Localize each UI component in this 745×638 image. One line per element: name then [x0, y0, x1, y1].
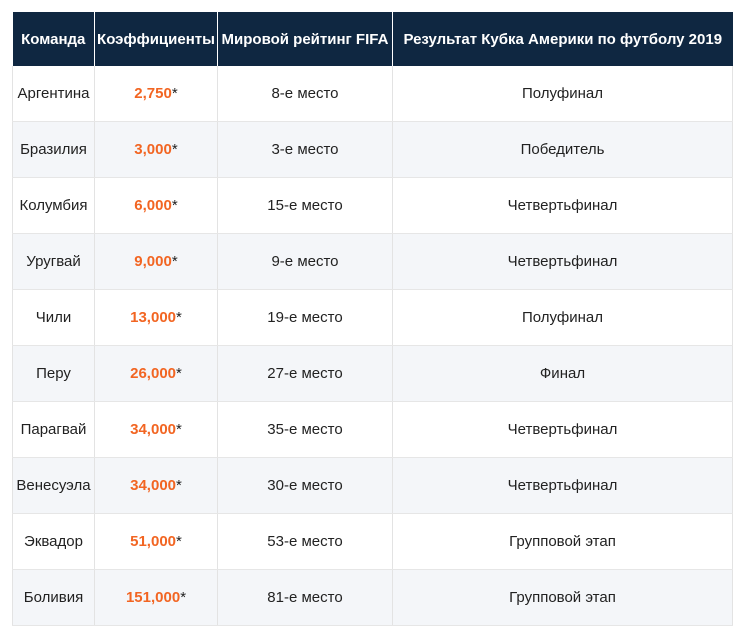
odds-cell: 3,000*	[94, 121, 218, 178]
fifa-rank-cell: 19-е место	[217, 289, 393, 346]
odds-value: 34,000	[130, 477, 177, 494]
copa-result-cell: Полуфинал	[392, 289, 733, 346]
copa-result-cell: Четвертьфинал	[392, 177, 733, 234]
table-row: Бразилия 3,000* 3-е место Победитель	[12, 121, 733, 178]
odds-marker: *	[176, 421, 182, 438]
odds-value: 3,000	[134, 141, 172, 158]
odds-marker: *	[180, 589, 187, 606]
odds-marker: *	[171, 197, 178, 214]
team-cell: Чили	[12, 289, 95, 346]
odds-cell: 34,000*	[94, 401, 218, 458]
odds-marker: *	[176, 477, 182, 494]
fifa-rank-cell: 81-е место	[217, 569, 393, 626]
odds-table-container: Команда Коэффициенты Мировой рейтинг FIF…	[12, 12, 733, 626]
fifa-rank-cell: 53-е место	[217, 513, 393, 570]
copa-result-cell: Полуфинал	[392, 66, 733, 122]
odds-marker: *	[171, 253, 178, 270]
team-cell: Боливия	[12, 569, 95, 626]
odds-marker: *	[176, 365, 182, 382]
fifa-rank-cell: 3-е место	[217, 121, 393, 178]
table-row: Эквадор 51,000* 53-е место Групповой эта…	[12, 513, 733, 570]
table-row: Боливия 151,000* 81-е место Групповой эт…	[12, 569, 733, 626]
copa-result-cell: Финал	[392, 345, 733, 402]
team-cell: Парагвай	[12, 401, 95, 458]
odds-value: 6,000	[134, 197, 172, 214]
table-row: Венесуэла 34,000* 30-е место Четвертьфин…	[12, 457, 733, 514]
team-cell: Эквадор	[12, 513, 95, 570]
team-cell: Уругвай	[12, 233, 95, 290]
odds-cell: 151,000*	[94, 569, 218, 626]
fifa-rank-cell: 15-е место	[217, 177, 393, 234]
copa-result-cell: Победитель	[392, 121, 733, 178]
odds-value: 51,000	[130, 533, 177, 550]
odds-marker: *	[171, 141, 178, 158]
header-copa-result: Результат Кубка Америки по футболу 2019	[392, 12, 733, 66]
copa-result-cell: Групповой этап	[392, 513, 733, 570]
copa-result-cell: Четвертьфинал	[392, 401, 733, 458]
odds-cell: 34,000*	[94, 457, 218, 514]
copa-result-cell: Четвертьфинал	[392, 233, 733, 290]
fifa-rank-cell: 35-е место	[217, 401, 393, 458]
odds-value: 9,000	[134, 253, 172, 270]
fifa-rank-cell: 8-е место	[217, 66, 393, 122]
table-header: Команда Коэффициенты Мировой рейтинг FIF…	[12, 12, 733, 66]
fifa-rank-cell: 30-е место	[217, 457, 393, 514]
table-row: Перу 26,000* 27-е место Финал	[12, 345, 733, 402]
odds-cell: 6,000*	[94, 177, 218, 234]
odds-cell: 26,000*	[94, 345, 218, 402]
team-cell: Бразилия	[12, 121, 95, 178]
odds-value: 13,000	[130, 309, 177, 326]
header-team: Команда	[12, 12, 95, 66]
table-row: Аргентина 2,750* 8-е место Полуфинал	[12, 66, 733, 122]
table-row: Парагвай 34,000* 35-е место Четвертьфина…	[12, 401, 733, 458]
table-row: Чили 13,000* 19-е место Полуфинал	[12, 289, 733, 346]
table-row: Уругвай 9,000* 9-е место Четвертьфинал	[12, 233, 733, 290]
team-cell: Колумбия	[12, 177, 95, 234]
fifa-rank-cell: 9-е место	[217, 233, 393, 290]
header-row: Команда Коэффициенты Мировой рейтинг FIF…	[12, 12, 733, 66]
odds-table: Команда Коэффициенты Мировой рейтинг FIF…	[12, 12, 733, 626]
odds-cell: 51,000*	[94, 513, 218, 570]
team-cell: Аргентина	[12, 66, 95, 122]
team-cell: Венесуэла	[12, 457, 95, 514]
header-odds: Коэффициенты	[94, 12, 218, 66]
team-cell: Перу	[12, 345, 95, 402]
table-row: Колумбия 6,000* 15-е место Четвертьфинал	[12, 177, 733, 234]
odds-marker: *	[171, 85, 178, 102]
copa-result-cell: Групповой этап	[392, 569, 733, 626]
odds-cell: 9,000*	[94, 233, 218, 290]
odds-cell: 2,750*	[94, 66, 218, 122]
odds-marker: *	[176, 533, 182, 550]
odds-value: 34,000	[130, 421, 177, 438]
odds-value: 2,750	[134, 85, 172, 102]
odds-marker: *	[176, 309, 182, 326]
odds-value: 151,000	[125, 589, 181, 606]
header-fifa-rank: Мировой рейтинг FIFA	[217, 12, 393, 66]
odds-cell: 13,000*	[94, 289, 218, 346]
odds-value: 26,000	[130, 365, 177, 382]
fifa-rank-cell: 27-е место	[217, 345, 393, 402]
copa-result-cell: Четвертьфинал	[392, 457, 733, 514]
table-body: Аргентина 2,750* 8-е место Полуфинал Бра…	[12, 66, 733, 626]
